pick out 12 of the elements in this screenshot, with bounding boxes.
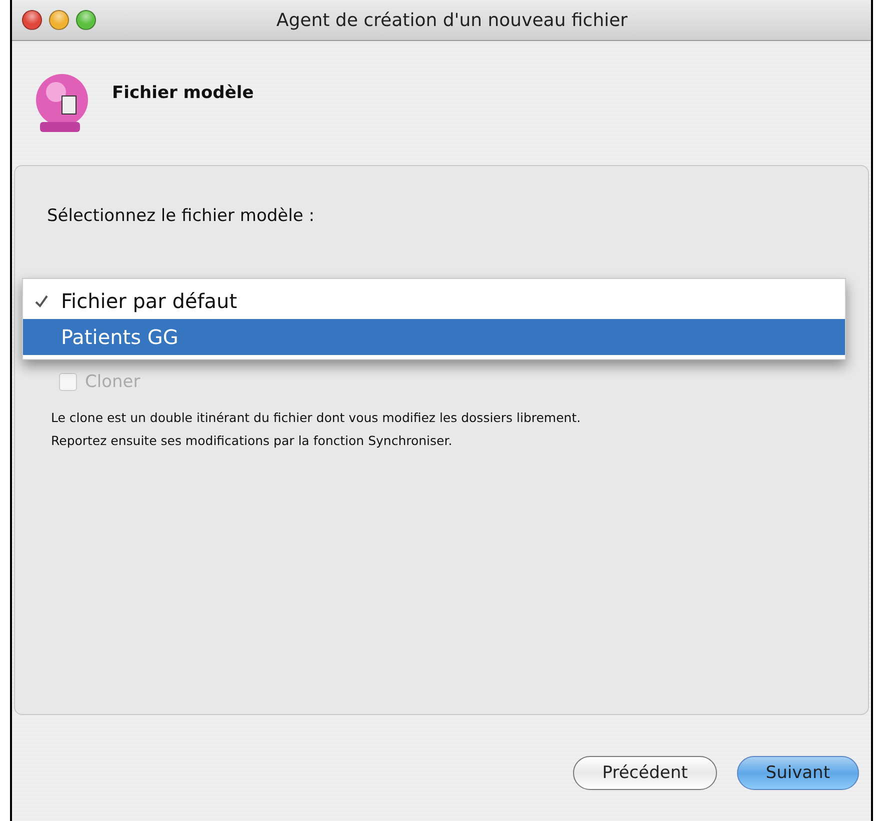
step-title: Fichier modèle — [112, 83, 254, 103]
window-title: Agent de création d'un nouveau fichier — [275, 10, 629, 30]
minimize-button[interactable] — [49, 10, 69, 30]
menu-item[interactable]: Patients GG — [23, 319, 845, 355]
menu-item[interactable]: Fichier par défaut — [23, 283, 845, 319]
description-text: Le clone est un double itinérant du fichier dont vous modifiez les dossiers librement. Reportez ensuite ses modifications par la fonction Synchroniser. — [51, 409, 582, 450]
dialog-button[interactable]: Précédent — [573, 756, 717, 790]
dialog-button[interactable]: Suivant — [736, 756, 859, 790]
zoom-button[interactable] — [76, 10, 96, 30]
prompt-label: Sélectionnez le fichier modèle : — [47, 206, 316, 226]
checkbox-label: Cloner — [85, 372, 140, 392]
close-button[interactable] — [22, 10, 42, 30]
